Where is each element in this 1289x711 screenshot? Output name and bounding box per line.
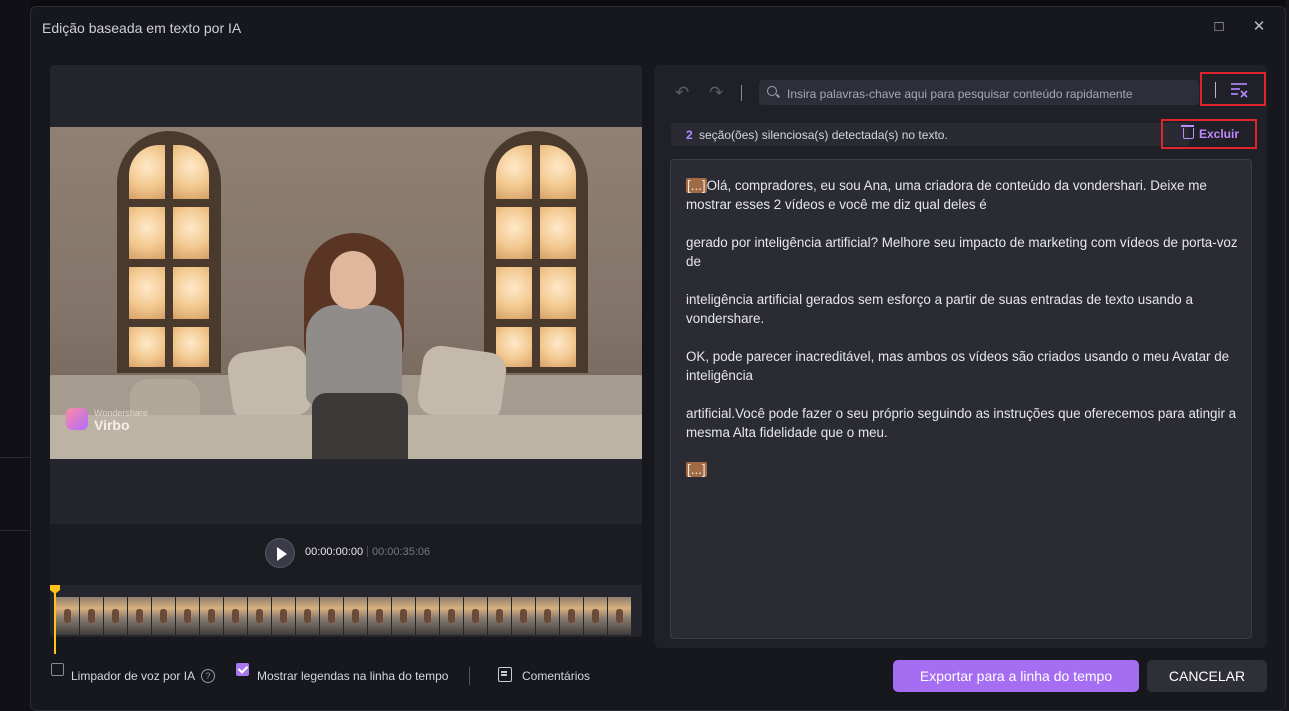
silence-message: seção(ões) silenciosa(s) detectada(s) no… [699,128,948,142]
search-input[interactable] [785,80,1189,107]
trash-icon [1181,125,1194,139]
timeline-thumbnail [80,597,103,635]
silence-notice: 2 seção(ões) silenciosa(s) detectada(s) … [671,123,1189,146]
video-frame[interactable]: Wondershare Virbo [50,127,642,459]
timeline-thumbnail [128,597,151,635]
silence-count: 2 [686,128,693,142]
timeline-thumbnail [104,597,127,635]
play-button[interactable] [265,538,295,568]
thumbnail-strip[interactable] [56,597,636,635]
export-to-timeline-button[interactable]: Exportar para a linha do tempo [893,660,1139,692]
time-separator: | [366,545,369,557]
transcript-paragraph[interactable]: artificial.Você pode fazer o seu próprio… [686,404,1246,442]
timeline-thumbnail [368,597,391,635]
timeline-thumbnail [560,597,583,635]
background-divider [0,530,30,531]
comments-button[interactable]: Comentários [522,669,590,683]
player-controls: 00:00:00:00 | 00:00:35:06 [50,524,642,586]
paragraph-text: Olá, compradores, eu sou Ana, uma criado… [686,178,1207,212]
timeline-thumbnail [152,597,175,635]
playhead[interactable] [54,590,56,654]
transcript-paragraph[interactable]: gerado por inteligência artificial? Melh… [686,233,1246,271]
delete-silences-button[interactable]: Excluir [1161,119,1257,149]
search-box[interactable] [759,80,1199,107]
timeline-thumbnail [464,597,487,635]
background-divider [0,457,30,458]
timeline-thumbnail [512,597,535,635]
help-icon[interactable]: ? [201,669,215,683]
cancel-button[interactable]: CANCELAR [1147,660,1267,692]
undo-icon[interactable]: ↶ [675,83,689,103]
comment-icon[interactable] [498,667,512,682]
transcript-paragraph[interactable]: [...]Olá, compradores, eu sou Ana, uma c… [686,176,1246,214]
logo-brand-big: Virbo [94,417,130,433]
pillow [225,343,315,425]
timeline-thumbnail [272,597,295,635]
transcript-panel: ↶ ↷ 2 seção(ões) silenciosa(s) detectada… [654,65,1267,648]
tool-divider [1215,82,1216,98]
remove-silence-icon[interactable] [1230,81,1248,99]
transcript-paragraph[interactable]: [...] [686,460,1246,479]
paragraph-text: OK, pode parecer inacreditável, mas ambo… [686,349,1230,383]
timeline-thumbnail [608,597,631,635]
virbo-watermark: Wondershare Virbo [66,407,148,433]
timeline-thumbnail [344,597,367,635]
presenter-body [306,305,402,405]
presenter-legs [312,393,408,459]
show-subtitles-label: Mostrar legendas na linha do tempo [257,669,449,683]
virbo-logo-icon [66,408,88,430]
background-app-edge [0,0,30,711]
timeline-thumbnail [440,597,463,635]
timeline-thumbnail [416,597,439,635]
footer-divider [469,667,470,685]
close-icon[interactable]: ✕ [1249,17,1269,37]
show-subtitles-checkbox[interactable] [236,663,249,676]
timeline-thumbnail [176,597,199,635]
remove-silence-highlight [1200,72,1266,106]
timeline-thumbnail [224,597,247,635]
logo-brand-small: Wondershare [94,408,148,418]
timeline-thumbnail [320,597,343,635]
ai-text-editing-dialog: Edição baseada em texto por IA □ ✕ Wonde… [30,6,1286,711]
timeline-thumbnail [296,597,319,635]
delete-label: Excluir [1199,127,1240,141]
video-preview-panel: Wondershare Virbo [50,65,642,582]
transcript-editor[interactable]: [...]Olá, compradores, eu sou Ana, uma c… [670,159,1252,639]
dialog-title: Edição baseada em texto por IA [42,20,242,36]
transcript-paragraph[interactable]: inteligência artificial gerados sem esfo… [686,290,1246,328]
voice-cleaner-checkbox[interactable] [51,663,64,676]
voice-cleaner-label: Limpador de voz por IA [71,669,196,683]
window-right [484,131,588,373]
search-icon [767,86,777,96]
maximize-icon[interactable]: □ [1209,17,1229,37]
presenter-face [330,251,376,309]
paragraph-text: gerado por inteligência artificial? Melh… [686,235,1238,269]
silence-marker[interactable]: [...] [686,178,707,193]
timeline-thumbnail [200,597,223,635]
window-left [117,131,221,373]
timeline-thumbnail [584,597,607,635]
timeline-thumbnail [536,597,559,635]
paragraph-text: inteligência artificial gerados sem esfo… [686,292,1193,326]
total-time: 00:00:35:06 [372,546,431,558]
silence-marker[interactable]: [...] [686,462,707,477]
transcript-paragraph[interactable]: OK, pode parecer inacreditável, mas ambo… [686,347,1246,385]
pillow [415,343,509,425]
timeline-thumbnails[interactable] [50,585,642,654]
current-time: 00:00:00:00 [305,546,364,558]
redo-icon[interactable]: ↷ [709,83,723,103]
timeline-thumbnail [56,597,79,635]
timeline-thumbnail [248,597,271,635]
toolbar-divider [741,85,742,101]
play-icon [277,547,287,561]
timeline-thumbnail [488,597,511,635]
timeline-thumbnail [392,597,415,635]
paragraph-text: artificial.Você pode fazer o seu próprio… [686,406,1237,440]
